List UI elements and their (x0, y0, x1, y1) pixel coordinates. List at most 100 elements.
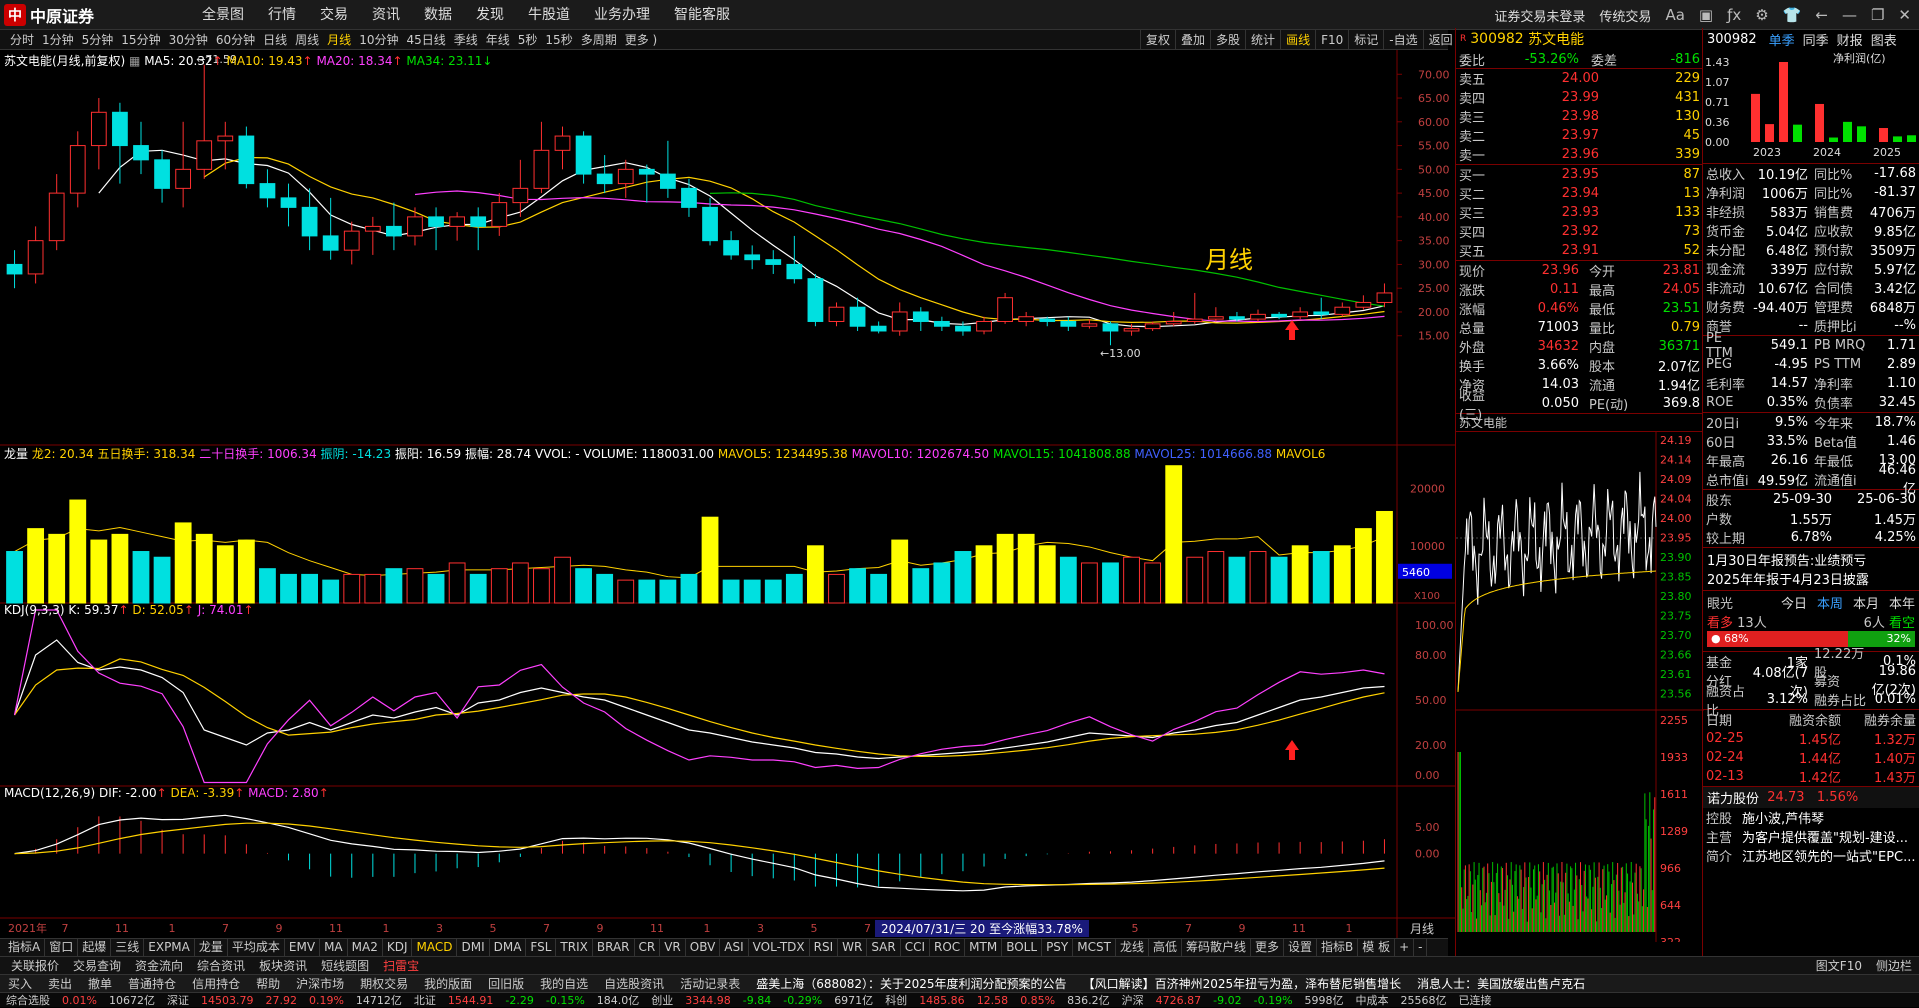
indicator-tab[interactable]: 指标A (4, 939, 46, 956)
toolbar-button[interactable]: 回旧版 (480, 975, 532, 993)
indicator-tab[interactable]: EXPMA (144, 939, 195, 956)
period-tab[interactable]: 60分钟 (212, 30, 259, 50)
info-tab[interactable]: 交易查询 (66, 957, 128, 975)
indicator-tab[interactable]: BOLL (1002, 939, 1043, 956)
menu-item[interactable]: 行情 (256, 0, 308, 30)
chart-tool-button[interactable]: 复权 (1140, 30, 1175, 50)
indicator-tab[interactable]: KDJ (383, 939, 413, 956)
book-row[interactable]: 买一 23.95 87 (1456, 165, 1703, 184)
eye-tab[interactable]: 今日 (1781, 593, 1807, 612)
toolbar-button[interactable]: 撤单 (80, 975, 120, 993)
toolbar-button[interactable]: 卖出 (40, 975, 80, 993)
panel-toggle[interactable]: 图文F10 (1809, 957, 1869, 975)
period-tab[interactable]: 1分钟 (38, 30, 78, 50)
toolbar-button[interactable]: 信用持仓 (184, 975, 248, 993)
related-stock[interactable]: 诺力股份 24.73 1.56% (1703, 786, 1919, 808)
period-tab[interactable]: 15秒 (541, 30, 576, 50)
period-tab[interactable]: 5秒 (514, 30, 542, 50)
indicator-tab[interactable]: + (1395, 939, 1415, 956)
skin-icon[interactable]: ▣ (1699, 6, 1713, 24)
toolbar-button[interactable]: 期权交易 (352, 975, 416, 993)
period-tab[interactable]: 更多 ) (621, 30, 662, 50)
indicator-tab[interactable]: MCST (1073, 939, 1116, 956)
toolbar-button[interactable]: 帮助 (248, 975, 288, 993)
indicator-tab[interactable]: 起爆 (78, 939, 112, 956)
menu-item[interactable]: 智能客服 (662, 0, 742, 30)
menu-item[interactable]: 资讯 (360, 0, 412, 30)
period-tab[interactable]: 周线 (291, 30, 323, 50)
indicator-tab[interactable]: SAR (867, 939, 901, 956)
indicator-tab[interactable]: 龙线 (1116, 939, 1149, 956)
toolbar-button[interactable]: 普通持仓 (120, 975, 184, 993)
news-ticker-item[interactable]: 盛美上海（688082）：关于2025年度利润分配预案的公告 (748, 975, 1074, 993)
indicator-tab[interactable]: MA (320, 939, 348, 956)
font-size-icon[interactable]: Aa (1665, 6, 1684, 24)
chart-tool-button[interactable]: 统计 (1245, 30, 1280, 50)
info-tab[interactable]: 扫雷宝 (376, 957, 426, 975)
indicator-tab[interactable]: ROC (930, 939, 966, 956)
panel-toggle[interactable]: 侧边栏 (1869, 957, 1919, 975)
ma-settings-icon[interactable]: ▦ (129, 54, 140, 68)
chart-tool-button[interactable]: 叠加 (1175, 30, 1210, 50)
f10-tab[interactable]: 同季 (1803, 30, 1829, 49)
indicator-tab[interactable]: DMA (490, 939, 527, 956)
chart-tool-button[interactable]: 多股 (1210, 30, 1245, 50)
indicator-tab[interactable]: VR (660, 939, 686, 956)
info-tab[interactable]: 关联报价 (4, 957, 66, 975)
indicator-tab[interactable]: OBV (686, 939, 721, 956)
book-row[interactable]: 买四 23.92 73 (1456, 222, 1703, 241)
toolbar-button[interactable]: 买入 (0, 975, 40, 993)
period-tab[interactable]: 日线 (259, 30, 291, 50)
toolbar-button[interactable]: 自选股资讯 (596, 975, 672, 993)
indicator-tab[interactable]: 高低 (1149, 939, 1182, 956)
indicator-tab[interactable]: DMI (457, 939, 490, 956)
indicator-tab[interactable]: ASI (720, 939, 749, 956)
status-item[interactable]: 综合选股 (0, 993, 56, 1008)
indicator-tab[interactable]: VOL-TDX (749, 939, 810, 956)
menu-item[interactable]: 交易 (308, 0, 360, 30)
info-tab[interactable]: 短线题图 (314, 957, 376, 975)
book-row[interactable]: 卖二 23.97 45 (1456, 126, 1703, 145)
toolbar-button[interactable]: 我的版面 (416, 975, 480, 993)
indicator-tab[interactable]: 窗口 (45, 939, 79, 956)
menu-item[interactable]: 牛股道 (516, 0, 582, 30)
indicator-tab[interactable]: MACD (412, 939, 458, 956)
indicator-tab[interactable]: CCI (901, 939, 930, 956)
chart-tool-button[interactable]: -自选 (1383, 30, 1422, 50)
f10-tab[interactable]: 单季 (1769, 30, 1795, 49)
period-tab[interactable]: 5分钟 (78, 30, 118, 50)
indicator-tab[interactable]: WR (838, 939, 868, 956)
period-tab[interactable]: 30分钟 (165, 30, 212, 50)
indicator-tab[interactable]: RSI (810, 939, 839, 956)
f10-tab[interactable]: 财报 (1837, 30, 1863, 49)
period-tab[interactable]: 年线 (482, 30, 514, 50)
indicator-tab[interactable]: FSL (526, 939, 557, 956)
book-row[interactable]: 卖一 23.96 339 (1456, 145, 1703, 164)
shirt-icon[interactable]: 👕 (1783, 6, 1802, 24)
indicator-tab[interactable]: 三线 (111, 939, 145, 956)
indicator-tab[interactable]: BRAR (593, 939, 635, 956)
indicator-tab[interactable]: 龙量 (195, 939, 228, 956)
menu-item[interactable]: 数据 (412, 0, 464, 30)
settings-icon[interactable]: ⚙ (1755, 6, 1768, 24)
indicator-tab[interactable]: 模 板 (1358, 939, 1396, 956)
back-icon[interactable]: ← (1815, 6, 1828, 24)
intraday-mini-chart[interactable]: 24.19 24.14 24.09 24.04 24.00 23.95 23.90 23.85… (1456, 432, 1704, 949)
f10-tab[interactable]: 图表 (1871, 30, 1897, 49)
minimize-icon[interactable]: — (1842, 6, 1857, 24)
info-tab[interactable]: 综合资讯 (190, 957, 252, 975)
indicator-tab[interactable]: EMV (285, 939, 321, 956)
menu-item[interactable]: 发现 (464, 0, 516, 30)
trade-login-status[interactable]: 证券交易未登录 (1494, 6, 1585, 25)
news-ticker-item[interactable]: 【风口解读】百济神州2025年扭亏为盈，泽布替尼销售增长 (1075, 975, 1410, 993)
period-tab[interactable]: 月线 (323, 30, 355, 50)
menu-item[interactable]: 全景图 (190, 0, 256, 30)
chart-tool-button[interactable]: 画线 (1280, 30, 1315, 50)
chart-tool-button[interactable]: 标记 (1348, 30, 1383, 50)
toolbar-button[interactable]: 活动记录表 (672, 975, 748, 993)
book-row[interactable]: 卖三 23.98 130 (1456, 107, 1703, 126)
toolbar-button[interactable]: 我的自选 (532, 975, 596, 993)
period-tab[interactable]: 10分钟 (355, 30, 402, 50)
indicator-tab[interactable]: 更多 (1251, 939, 1284, 956)
restore-icon[interactable]: ❐ (1871, 6, 1884, 24)
